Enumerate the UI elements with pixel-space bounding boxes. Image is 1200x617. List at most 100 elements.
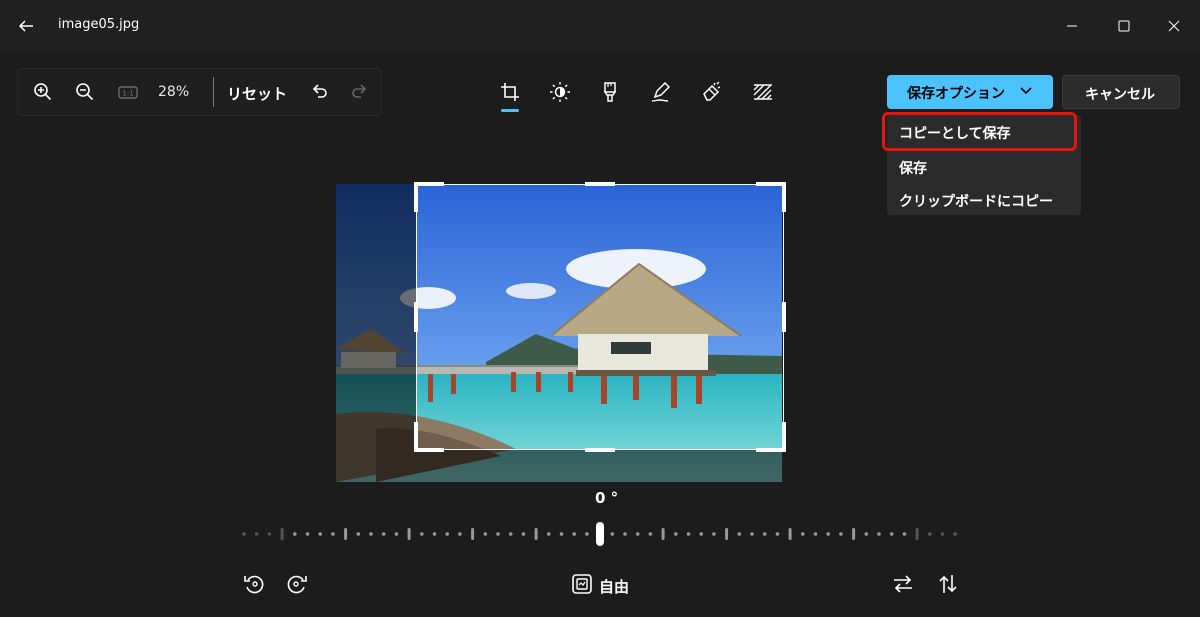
ruler-tick [483, 532, 488, 536]
crop-handle-top-left-h[interactable] [414, 182, 444, 186]
ruler-tick [293, 532, 297, 536]
maximize-icon[interactable] [1108, 10, 1140, 42]
minimize-icon[interactable] [1056, 10, 1088, 42]
ruler-tick [915, 528, 919, 540]
flip-vertical-icon[interactable] [936, 572, 960, 596]
ruler-tick [508, 532, 513, 536]
ruler-tick [559, 532, 564, 536]
brightness-adjust-icon[interactable] [548, 80, 572, 104]
ruler-tick [547, 532, 551, 536]
aspect-ratio-icon[interactable] [570, 572, 594, 596]
ruler-tick [635, 532, 640, 536]
zoom-in-icon[interactable] [32, 81, 54, 103]
ruler-tick [432, 532, 437, 536]
crop-handle-bottom[interactable] [585, 448, 615, 452]
ruler-tick [496, 532, 500, 536]
back-arrow-icon[interactable] [14, 14, 38, 38]
cancel-button[interactable]: キャンセル [1062, 75, 1180, 109]
ruler-tick [623, 532, 627, 536]
zoom-level: 28% [158, 84, 190, 100]
ruler-tick [813, 532, 818, 536]
background-blur-icon[interactable] [751, 80, 775, 104]
ruler-tick [953, 532, 957, 536]
ruler-tick [762, 532, 767, 536]
ruler-tick [331, 532, 335, 536]
ruler-tick [826, 532, 830, 536]
ruler-tick [750, 532, 754, 536]
chevron-down-icon [1020, 87, 1032, 95]
actual-size-icon: 1:1 [118, 86, 138, 99]
straighten-slider[interactable] [240, 520, 960, 548]
ruler-tick [305, 532, 310, 536]
ruler-tick [928, 532, 932, 536]
actual-size-label: 1:1 [122, 90, 133, 98]
straighten-slider-thumb [596, 522, 604, 546]
ruler-tick [788, 528, 792, 540]
ruler-tick [737, 532, 742, 536]
ruler-tick [610, 532, 615, 536]
highlight-box [882, 112, 1077, 151]
ruler-tick [712, 532, 716, 536]
crop-handle-right[interactable] [782, 302, 786, 332]
rotate-left-icon[interactable] [242, 572, 266, 596]
ruler-tick [521, 532, 526, 536]
ruler-tick [445, 532, 449, 536]
window-title: image05.jpg [58, 17, 140, 32]
ruler-tick [344, 528, 348, 540]
ruler-tick [775, 532, 780, 536]
eraser-icon[interactable] [700, 80, 724, 104]
zoom-toolbar: 1:1 28% リセット [17, 68, 382, 116]
ruler-tick [572, 532, 576, 536]
save-options-button[interactable]: 保存オプション [887, 75, 1053, 109]
crop-tool-icon[interactable] [498, 80, 522, 104]
ruler-tick [585, 532, 589, 536]
ruler-tick [534, 528, 538, 540]
ruler-tick [699, 532, 703, 536]
cancel-label: キャンセル [1085, 87, 1155, 103]
reset-button[interactable]: リセット [227, 83, 287, 104]
crop-frame[interactable] [416, 184, 784, 450]
crop-mask-left [336, 184, 417, 482]
ruler-tick [394, 532, 399, 536]
crop-handle-bottom-right-v[interactable] [782, 422, 786, 452]
crop-mask-bottom [417, 450, 782, 482]
menu-item-save[interactable]: 保存 [899, 158, 927, 178]
ruler-tick [267, 532, 272, 536]
ruler-tick [242, 532, 246, 536]
ruler-tick [674, 532, 678, 536]
close-icon[interactable] [1158, 10, 1190, 42]
ruler-tick [686, 532, 691, 536]
crop-handle-bottom-left-v[interactable] [414, 422, 418, 452]
crop-handle-top[interactable] [585, 182, 615, 186]
flip-horizontal-icon[interactable] [891, 572, 915, 596]
toolbar-divider [213, 77, 214, 107]
ruler-tick [381, 532, 386, 536]
crop-handle-bottom-left-h[interactable] [414, 448, 444, 452]
ruler-tick [356, 532, 361, 536]
zoom-out-icon[interactable] [74, 81, 96, 103]
crop-handle-left[interactable] [414, 302, 418, 332]
undo-icon[interactable] [308, 81, 330, 103]
title-bar: image05.jpg [0, 0, 1200, 52]
filter-brush-icon[interactable] [598, 80, 622, 104]
menu-item-copy-to-clipboard[interactable]: クリップボードにコピー [899, 191, 1053, 211]
ruler-tick [420, 532, 424, 536]
rotation-angle: 0 ° [595, 489, 619, 507]
ruler-tick [801, 532, 805, 536]
ruler-tick [902, 532, 907, 536]
ruler-tick [940, 532, 945, 536]
markup-pen-icon[interactable] [649, 80, 673, 104]
aspect-ratio-label[interactable]: 自由 [599, 576, 629, 597]
ruler-tick [280, 528, 284, 540]
crop-handle-top-right-v[interactable] [782, 182, 786, 212]
ruler-tick [458, 532, 462, 536]
save-options-label: 保存オプション [907, 86, 1005, 102]
ruler-tick [661, 528, 665, 540]
rotate-right-icon[interactable] [285, 572, 309, 596]
crop-handle-top-left-v[interactable] [414, 182, 418, 212]
ruler-tick [369, 532, 373, 536]
ruler-tick [254, 532, 259, 536]
ruler-tick [864, 532, 869, 536]
ruler-tick [877, 532, 881, 536]
ruler-tick [407, 528, 411, 540]
